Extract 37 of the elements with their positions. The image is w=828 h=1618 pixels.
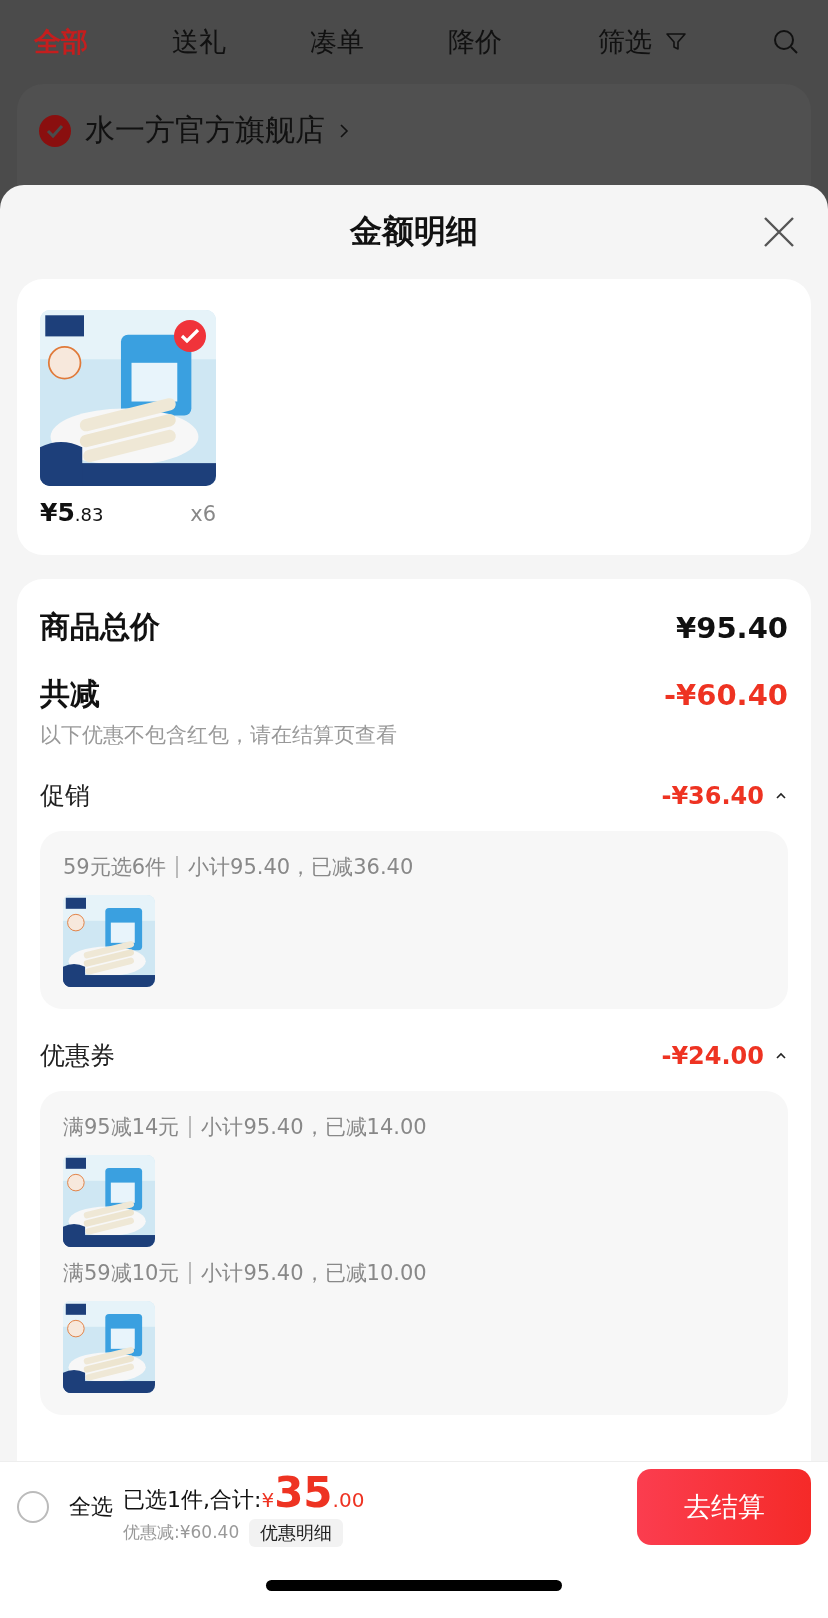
discount-condition: 满59减10元 (63, 1260, 180, 1287)
selected-summary: 已选1件,合计: (123, 1485, 262, 1514)
select-all-label[interactable]: 全选 (69, 1492, 113, 1522)
home-indicator[interactable] (266, 1579, 562, 1591)
checkout-button[interactable]: 去结算 (637, 1469, 811, 1545)
discount-text: 优惠减:¥60.40 (123, 1521, 240, 1544)
group-amount: -¥36.40 (661, 781, 764, 810)
group-amount: -¥24.00 (661, 1041, 764, 1070)
discount-condition: 满95减14元 (63, 1114, 180, 1141)
reduction-label: 共减 (40, 675, 100, 713)
select-all-checkbox[interactable] (17, 1491, 49, 1523)
quantity: x6 (190, 502, 216, 526)
close-icon[interactable] (763, 216, 795, 248)
total-value: ¥95.40 (676, 610, 788, 645)
filter-tab[interactable]: 全部 (34, 24, 88, 60)
discount-detail: 小计95.40，已减10.00 (201, 1260, 427, 1287)
group-label: 促销 (40, 780, 90, 812)
filter-tab[interactable]: 降价 (448, 24, 502, 60)
caret-icon[interactable] (774, 790, 788, 801)
sheet-title: 金额明细 (350, 211, 478, 252)
product-price: ¥5.83 (40, 498, 104, 527)
discount-detail: 小计95.40，已减14.00 (201, 1114, 427, 1141)
discount-detail: 小计95.40，已减36.40 (188, 854, 414, 881)
filter-tab[interactable]: 送礼 (172, 24, 226, 60)
total-label: 商品总价 (40, 608, 160, 646)
discount-details-button[interactable]: 优惠明细 (249, 1518, 344, 1547)
caret-icon[interactable] (774, 1050, 788, 1061)
reduction-value: -¥60.40 (664, 677, 788, 712)
filter-tab[interactable]: 凑单 (310, 24, 364, 60)
check-badge-icon[interactable] (174, 320, 206, 352)
filter-tab[interactable]: 筛选 (598, 24, 688, 60)
discount-condition: 59元选6件 (63, 854, 167, 881)
store-name[interactable]: 水一方官方旗舰店 (85, 110, 325, 151)
group-label: 优惠券 (40, 1040, 115, 1072)
note-text: 以下优惠不包含红包，请在结算页查看 (40, 722, 398, 749)
chevron-icon (339, 122, 349, 139)
total-price: ¥35.00 (261, 1467, 365, 1517)
